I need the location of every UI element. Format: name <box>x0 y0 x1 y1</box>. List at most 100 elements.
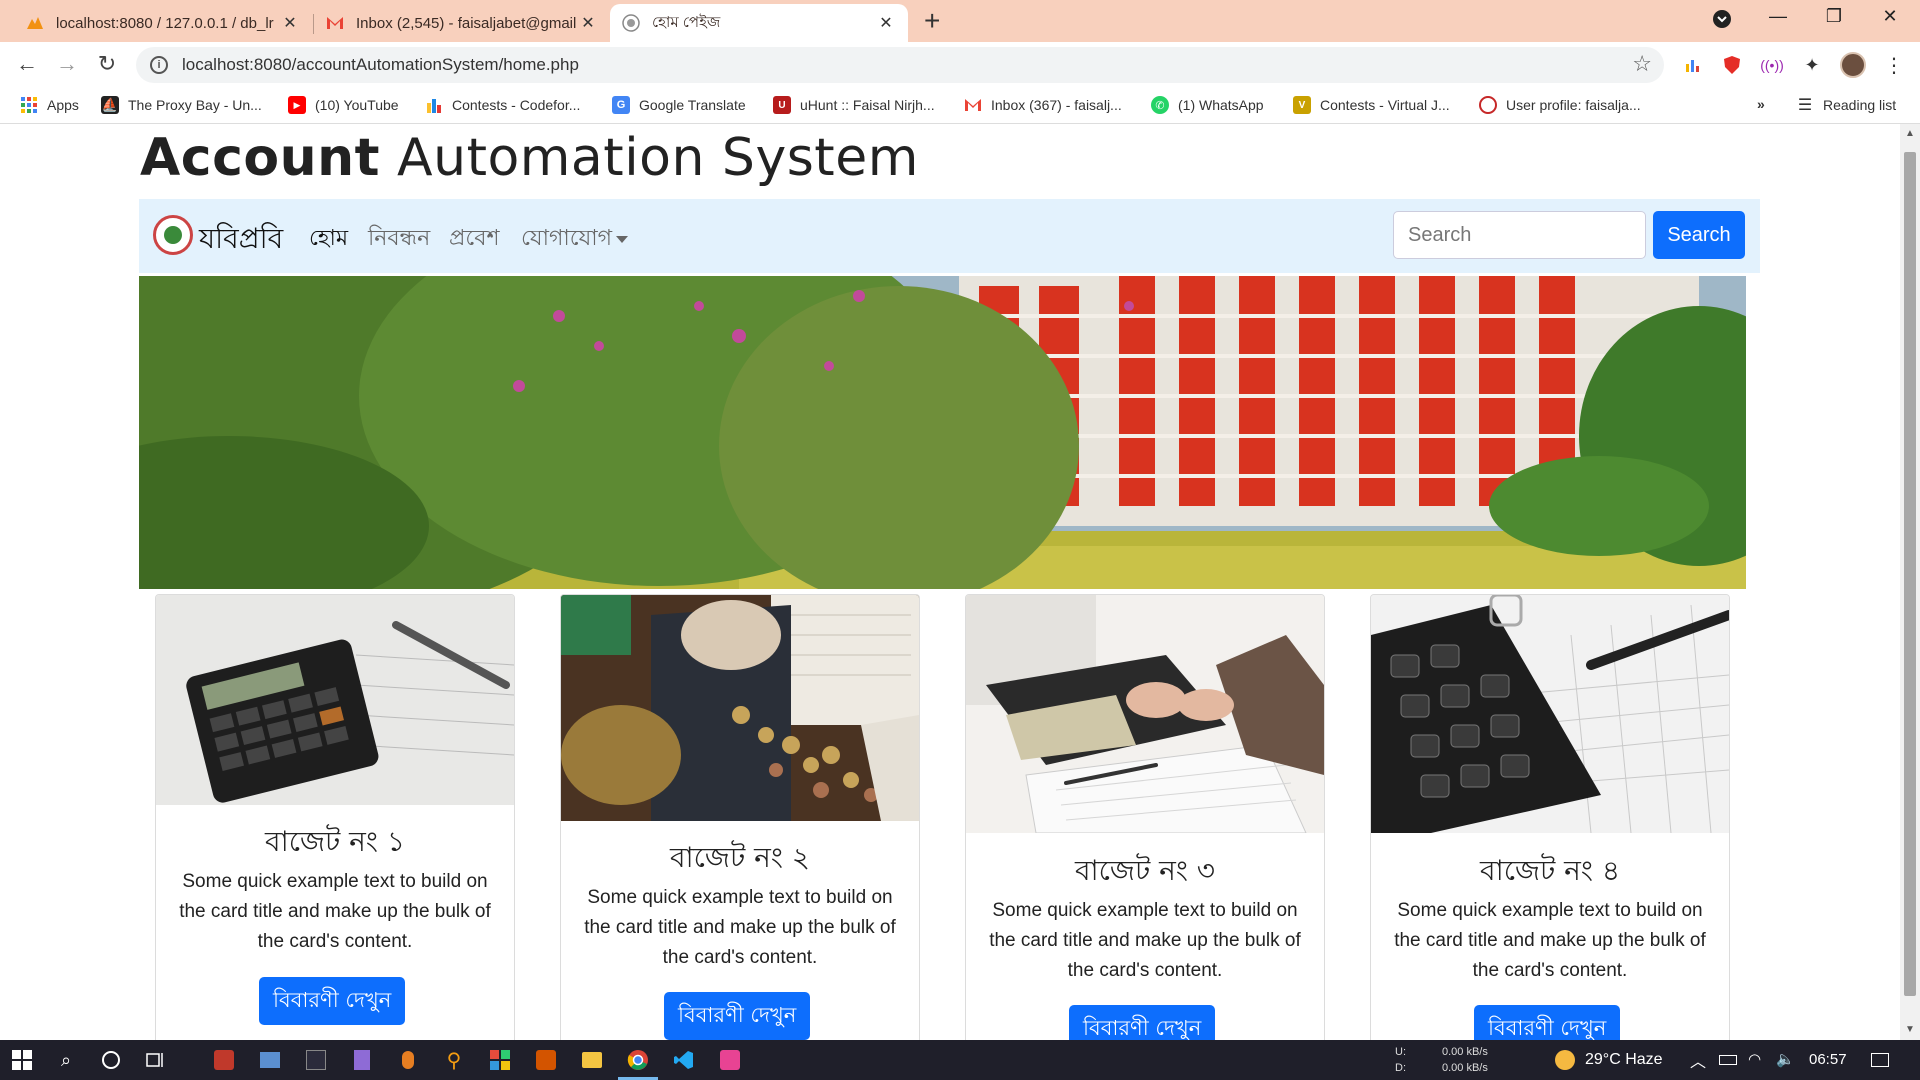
navbar-brand[interactable]: যবিপ্রবি <box>199 217 283 264</box>
close-icon[interactable]: ✕ <box>876 13 896 33</box>
bookmark-user-profile[interactable]: User profile: faisalja... <box>1479 96 1641 114</box>
scrollbar-thumb[interactable] <box>1904 152 1916 996</box>
app-icon-3[interactable] <box>304 1048 328 1072</box>
bookmark-uhunt[interactable]: U uHunt :: Faisal Nirjh... <box>773 96 935 114</box>
search-icon[interactable]: ⌕ <box>54 1048 78 1072</box>
file-explorer-icon[interactable] <box>580 1048 604 1072</box>
app-icon-8[interactable] <box>534 1048 558 1072</box>
vscode-icon[interactable] <box>672 1048 696 1072</box>
hands-counting-cash-image <box>966 595 1324 833</box>
windows-start-icon[interactable] <box>10 1048 34 1072</box>
scroll-down-icon[interactable]: ▼ <box>1905 1024 1915 1035</box>
forward-arrow-icon[interactable]: → <box>52 51 82 77</box>
close-icon[interactable]: ✕ <box>280 13 300 33</box>
site-info-icon[interactable]: i <box>150 56 168 74</box>
budget-card-1: বাজেট নং ১ Some quick example text to bu… <box>155 594 515 1040</box>
app-icon-7[interactable] <box>488 1048 512 1072</box>
tab-label: হোম পেইজ <box>652 13 721 31</box>
notification-icon[interactable] <box>1868 1048 1892 1072</box>
tab-search-icon[interactable] <box>1702 9 1742 34</box>
wifi-icon[interactable]: ◠ <box>1748 1050 1761 1068</box>
bookmarks-overflow-button[interactable]: » <box>1757 96 1765 112</box>
avatar[interactable] <box>1840 52 1866 78</box>
extensions-puzzle-icon[interactable]: ✦ <box>1800 53 1824 77</box>
net-upload-label: U: <box>1395 1046 1406 1058</box>
bookmark-apps[interactable]: Apps <box>20 96 79 114</box>
weather-text[interactable]: 29°C Haze <box>1585 1051 1663 1069</box>
reading-list-button[interactable]: ☰ Reading list <box>1796 96 1896 114</box>
nav-login[interactable]: প্রবেশ <box>449 221 500 258</box>
gmail-icon <box>326 14 344 32</box>
task-view-icon[interactable] <box>144 1048 168 1072</box>
bookmark-gmail[interactable]: Inbox (367) - faisalj... <box>964 96 1122 114</box>
windows-taskbar: ⌕ ⚲ U: D: 0.00 kB/s 0.00 kB/s 29°C Haze … <box>0 1040 1920 1080</box>
address-bar[interactable]: i localhost:8080/accountAutomationSystem… <box>136 47 1664 83</box>
bookmark-label: Contests - Codefor... <box>452 97 581 113</box>
view-details-button[interactable]: বিবারণী দেখুন <box>259 977 406 1025</box>
restore-icon[interactable]: ❐ <box>1814 6 1854 27</box>
close-icon[interactable]: ✕ <box>578 13 598 33</box>
page-title: Account Automation System <box>140 128 919 188</box>
bookmark-vjudge[interactable]: V Contests - Virtual J... <box>1293 96 1450 114</box>
university-logo[interactable] <box>153 215 193 255</box>
new-tab-button[interactable]: + <box>924 6 940 36</box>
bookmark-proxy-bay[interactable]: ⛵ The Proxy Bay - Un... <box>101 96 262 114</box>
extension-broadcast-icon[interactable]: ((•)) <box>1760 53 1784 77</box>
scroll-up-icon[interactable]: ▲ <box>1905 128 1915 139</box>
card-text: Some quick example text to build on the … <box>179 871 491 952</box>
app-icon-6[interactable]: ⚲ <box>442 1048 466 1072</box>
page-scrollbar[interactable]: ▲ ▼ <box>1900 124 1920 1040</box>
tab-phpmyadmin[interactable]: localhost:8080 / 127.0.0.1 / db_lr ✕ <box>14 4 312 42</box>
back-arrow-icon[interactable]: ← <box>12 51 42 77</box>
search-input[interactable] <box>1393 211 1646 259</box>
bookmark-whatsapp[interactable]: ✆ (1) WhatsApp <box>1151 96 1264 114</box>
weather-sun-icon[interactable] <box>1553 1048 1577 1072</box>
nav-contact-dropdown[interactable]: যোগাযোগ <box>521 221 629 258</box>
nav-contact-label: যোগাযোগ <box>521 226 613 251</box>
tab-home-page[interactable]: হোম পেইজ ✕ <box>610 4 908 42</box>
bookmark-google-translate[interactable]: G Google Translate <box>612 96 746 114</box>
title-rest: Automation System <box>397 128 919 188</box>
url-text[interactable]: localhost:8080/accountAutomationSystem/h… <box>182 55 579 75</box>
search-button[interactable]: Search <box>1653 211 1745 259</box>
extension-shield-icon[interactable] <box>1720 53 1744 77</box>
bookmark-codeforces[interactable]: Contests - Codefor... <box>425 96 580 114</box>
view-details-button[interactable]: বিবারণী দেখুন <box>1474 1005 1621 1040</box>
extension-bar-chart-icon[interactable] <box>1681 53 1705 77</box>
app-icon-4[interactable] <box>350 1048 374 1072</box>
clock-time[interactable]: 06:57 <box>1809 1051 1847 1068</box>
battery-icon[interactable] <box>1716 1048 1740 1072</box>
card-title: বাজেট নং ৩ <box>1074 854 1216 887</box>
bookmark-label: Inbox (367) - faisalj... <box>991 97 1122 113</box>
tab-label: Inbox (2,545) - faisaljabet@gmail <box>356 14 577 32</box>
app-icon-5[interactable] <box>396 1048 420 1072</box>
calculator-close-up-image <box>1371 595 1729 833</box>
app-icon-2[interactable] <box>258 1048 282 1072</box>
chrome-icon[interactable] <box>618 1048 658 1080</box>
bookmark-youtube[interactable]: ▶ (10) YouTube <box>288 96 399 114</box>
reload-icon[interactable]: ↻ <box>92 51 122 77</box>
gmail-icon <box>964 96 982 114</box>
codeforces-icon <box>425 96 443 114</box>
app-icon-1[interactable] <box>212 1048 236 1072</box>
tab-label: localhost:8080 / 127.0.0.1 / db_lr <box>56 14 274 32</box>
more-menu-icon[interactable]: ⋮ <box>1882 53 1906 77</box>
tab-gmail[interactable]: Inbox (2,545) - faisaljabet@gmail ✕ <box>314 4 610 42</box>
nav-register[interactable]: নিবন্ধন <box>368 221 430 258</box>
volume-icon[interactable]: 🔈 <box>1776 1050 1795 1068</box>
site-logo-icon <box>622 14 640 32</box>
card-text: Some quick example text to build on the … <box>584 887 896 968</box>
apps-grid-icon <box>20 96 38 114</box>
minimize-icon[interactable]: — <box>1758 6 1798 27</box>
card-text: Some quick example text to build on the … <box>989 900 1301 981</box>
view-details-button[interactable]: বিবারণী দেখুন <box>664 992 811 1040</box>
cortana-icon[interactable] <box>99 1048 123 1072</box>
view-details-button[interactable]: বিবারণী দেখুন <box>1069 1005 1216 1040</box>
uhunt-icon: U <box>773 96 791 114</box>
net-download-label: D: <box>1395 1062 1406 1074</box>
nav-home[interactable]: হোম <box>309 221 348 258</box>
tray-chevron-up-icon[interactable]: ︿ <box>1690 1048 1706 1072</box>
bookmark-star-icon[interactable]: ☆ <box>1632 51 1652 77</box>
window-close-icon[interactable]: ✕ <box>1870 6 1910 27</box>
app-icon-9[interactable] <box>718 1048 742 1072</box>
